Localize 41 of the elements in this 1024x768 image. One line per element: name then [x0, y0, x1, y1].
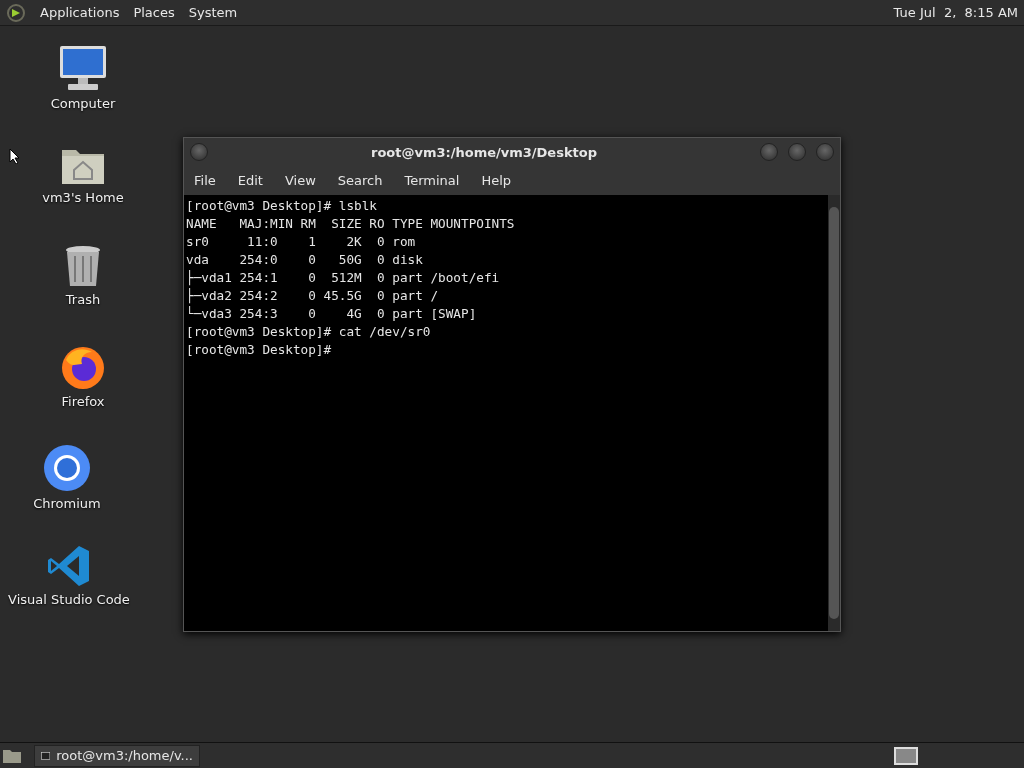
terminal-line: [root@vm3 Desktop]# cat /dev/sr0	[186, 323, 432, 341]
clock[interactable]: Tue Jul 2, 8:15 AM	[893, 5, 1018, 20]
terminal-line: └─vda3 254:3 0 4G 0 part [SWAP]	[186, 305, 478, 323]
close-button[interactable]	[816, 143, 834, 161]
menu-item[interactable]: Terminal	[404, 173, 460, 188]
mouse-pointer-icon	[9, 148, 19, 164]
chromium-icon	[43, 444, 91, 492]
trash-icon	[63, 244, 103, 288]
menu-item[interactable]: Search	[337, 173, 383, 188]
menu-item[interactable]: Help	[481, 173, 512, 188]
desktop-icon-label[interactable]: vm3's Home	[42, 190, 124, 205]
window-menu-button[interactable]	[190, 143, 208, 161]
desktop-icon-label[interactable]: Trash	[65, 292, 101, 307]
terminal-icon	[41, 749, 51, 762]
task-button[interactable]: root@vm3:/home/v...	[34, 744, 200, 767]
terminal-line: ├─vda2 254:2 0 45.5G 0 part /	[186, 287, 440, 305]
desktop-icon-label[interactable]: Computer	[50, 96, 116, 111]
terminal-line: vda 254:0 0 50G 0 disk	[186, 251, 424, 269]
terminal-line: ├─vda1 254:1 0 512M 0 part /boot/efi	[186, 269, 501, 287]
menu-item[interactable]: Edit	[237, 173, 263, 188]
terminal-line: sr0 11:0 1 2K 0 rom	[186, 233, 417, 251]
code-editor-icon	[47, 544, 91, 588]
desktop-icon-label[interactable]: Chromium	[33, 496, 101, 511]
menu-item[interactable]: View	[284, 173, 316, 188]
desktop-icon-label[interactable]: Visual Studio Code	[8, 592, 130, 607]
workspace-switcher[interactable]	[894, 746, 918, 765]
terminal-line: [root@vm3 Desktop]# lsblk	[186, 197, 378, 215]
terminal-line: [root@vm3 Desktop]#	[186, 341, 333, 359]
terminal-line: NAME MAJ:MIN RM SIZE RO TYPE MOUNTPOINTS	[186, 215, 516, 233]
window-title: root@vm3:/home/vm3/Desktop	[369, 144, 599, 160]
panel-menu[interactable]: Applications	[40, 5, 120, 20]
maximize-button[interactable]	[788, 143, 806, 161]
panel-menu[interactable]: Places	[133, 5, 175, 20]
desktop-icon-label[interactable]: Firefox	[61, 394, 105, 409]
panel-menu[interactable]: System	[188, 5, 238, 20]
monitor-icon	[58, 44, 108, 92]
minimize-button[interactable]	[760, 143, 778, 161]
logo-icon	[6, 2, 26, 23]
firefox-icon	[60, 344, 106, 390]
show-desktop-icon[interactable]	[2, 747, 22, 764]
menu-item[interactable]: File	[194, 173, 216, 188]
